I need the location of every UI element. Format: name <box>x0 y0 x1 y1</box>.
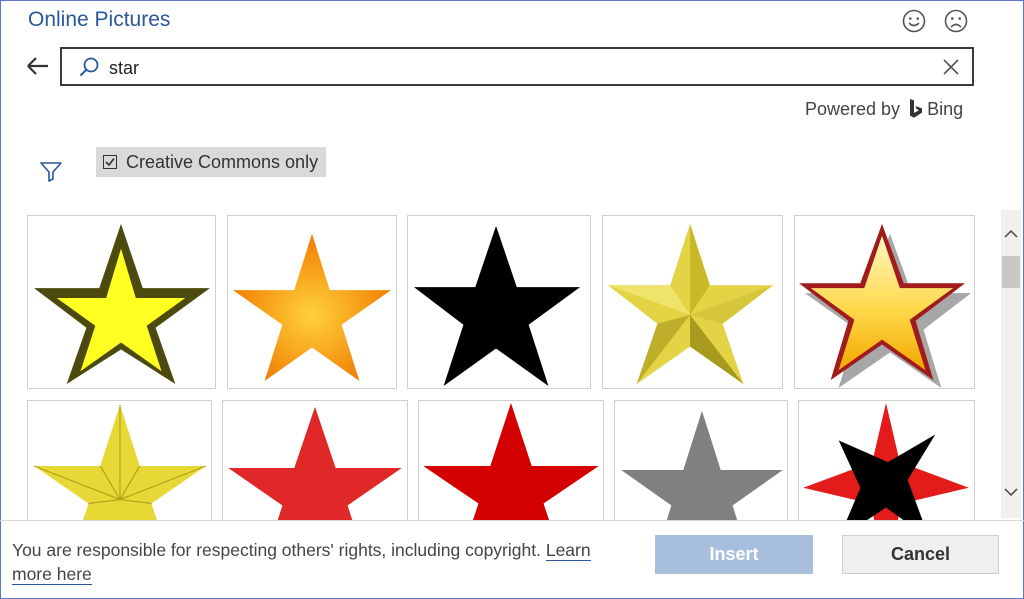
frown-icon[interactable] <box>943 8 969 34</box>
result-image-9[interactable] <box>614 400 788 520</box>
copyright-notice: You are responsible for respecting other… <box>12 538 632 586</box>
result-image-7[interactable] <box>222 400 408 520</box>
bing-logo-icon <box>910 99 923 118</box>
clear-search-icon[interactable] <box>942 58 960 76</box>
result-image-2[interactable] <box>227 215 397 389</box>
bing-brand-label: Bing <box>927 98 964 119</box>
result-image-1[interactable] <box>27 215 216 389</box>
search-icon <box>79 57 99 77</box>
powered-by-label: Powered by <box>805 98 901 119</box>
powered-by-bing: Powered by Bing <box>805 98 963 120</box>
scroll-up-icon[interactable] <box>1001 222 1021 246</box>
scrollbar-thumb[interactable] <box>1002 256 1020 288</box>
results-grid <box>0 205 995 520</box>
back-arrow-icon[interactable] <box>24 52 52 80</box>
result-image-10[interactable] <box>798 400 975 520</box>
scroll-down-icon[interactable] <box>1001 480 1021 504</box>
result-image-5[interactable] <box>794 215 975 389</box>
checkbox-icon[interactable] <box>103 155 117 169</box>
footer-divider <box>0 520 1024 521</box>
cancel-button[interactable]: Cancel <box>842 535 999 574</box>
result-image-4[interactable] <box>602 215 783 389</box>
search-input[interactable]: star <box>60 47 974 86</box>
smile-icon[interactable] <box>901 8 927 34</box>
dialog-title: Online Pictures <box>28 8 171 31</box>
result-image-8[interactable] <box>418 400 604 520</box>
search-value[interactable]: star <box>109 58 139 79</box>
results-scrollbar[interactable] <box>1001 210 1021 518</box>
creative-commons-checkbox[interactable]: Creative Commons only <box>96 147 326 177</box>
filter-icon[interactable] <box>39 160 63 182</box>
result-image-6[interactable] <box>27 400 212 520</box>
creative-commons-label: Creative Commons only <box>126 151 319 172</box>
insert-button[interactable]: Insert <box>655 535 813 574</box>
copyright-text: You are responsible for respecting other… <box>12 540 541 560</box>
result-image-3[interactable] <box>407 215 591 389</box>
